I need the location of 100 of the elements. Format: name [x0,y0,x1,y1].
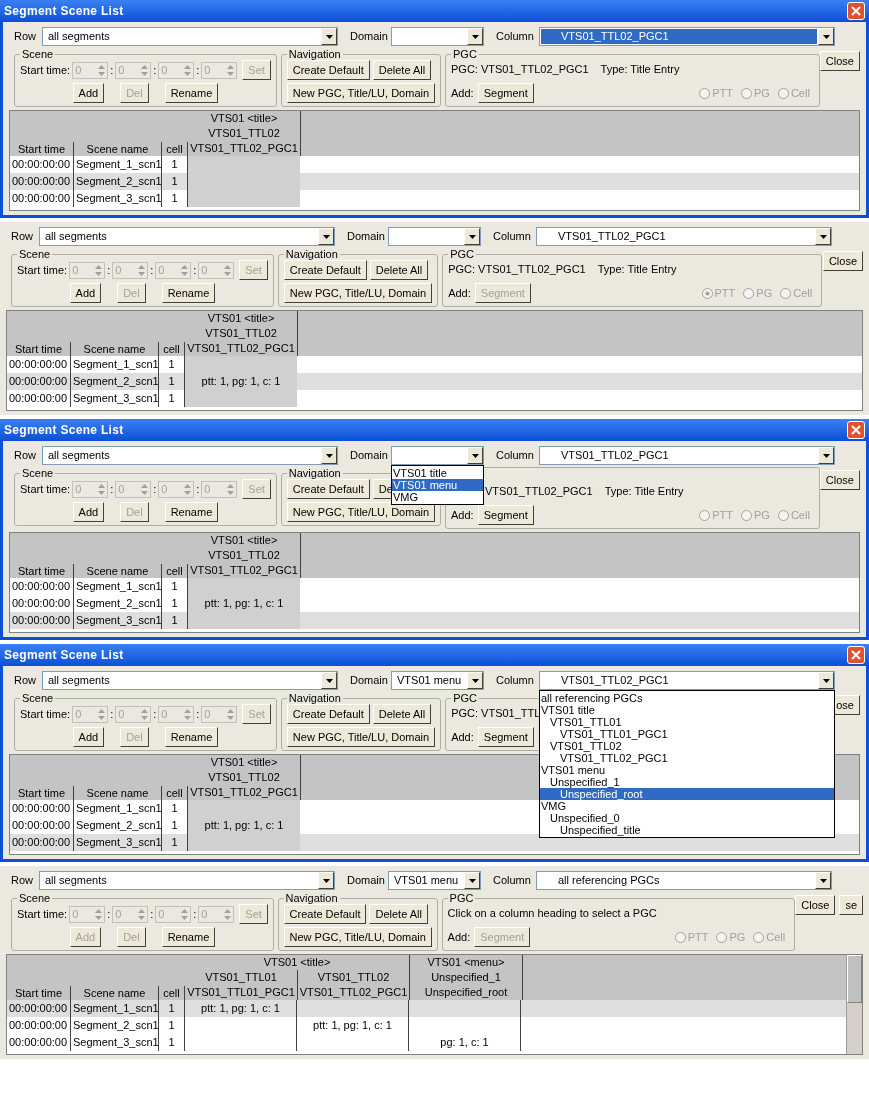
navigation-button[interactable]: Delete All [372,60,432,80]
dropdown-button[interactable] [815,228,831,245]
column-select[interactable]: VTS01_TTL02_PGC1 [539,671,835,690]
dropdown-button[interactable] [815,872,831,889]
navigation-button[interactable]: Create Default [286,60,370,80]
spin-arrows-icon [141,483,149,495]
column-group-header[interactable]: VTS01 <menu> [410,955,522,970]
close-button[interactable] [847,421,865,439]
dropdown-button[interactable] [467,672,483,689]
segment-button[interactable]: Segment [477,505,534,525]
column-header[interactable]: Unspecified_1 Unspecified_root [410,970,522,1000]
close-dialog-button[interactable]: Close [819,470,860,490]
table-row[interactable]: 00:00:00:00 Segment_3_scn1 1 [10,612,859,629]
scene-button[interactable]: Rename [161,927,216,947]
close-dialog-button[interactable]: Close [795,895,836,915]
domain-select[interactable] [391,446,484,465]
segment-button[interactable]: Segment [477,727,534,747]
column-select[interactable]: VTS01_TTL02_PGC1 [539,446,835,465]
row-select[interactable]: all segments [42,671,338,690]
dropdown-button[interactable] [321,672,337,689]
dropdown-button[interactable] [318,872,334,889]
column-group-header[interactable]: VTS01 <title> [185,311,297,326]
table-row[interactable]: 00:00:00:00 Segment_1_scn1 1 ptt: 1, pg: 1, c: 1 [7,1000,846,1017]
column-select[interactable]: VTS01_TTL02_PGC1 [539,27,835,46]
close-dialog-button[interactable]: Close [822,251,863,271]
spin-arrows-icon [227,708,235,720]
table-row[interactable]: 00:00:00:00 Segment_2_scn1 1 ptt: 1, pg: 1, c: 1 [7,373,862,390]
navigation-button[interactable]: Create Default [283,260,367,280]
navigation-button[interactable]: Create Default [283,904,367,924]
dropdown-button[interactable] [818,28,834,45]
navigation-button[interactable]: New PGC, Title/LU, Domain [286,83,436,103]
spin-value: 0 [160,62,169,78]
dropdown-option[interactable]: VTS01_TTL01 [540,716,834,728]
column-group-header[interactable]: VTS01 <title> [188,111,300,126]
navigation-button[interactable]: New PGC, Title/LU, Domain [286,727,436,747]
segment-button[interactable]: Segment [477,83,534,103]
field-label: Column [493,873,532,889]
column-group-header[interactable]: VTS01 <title> [185,955,409,970]
navigation-button[interactable]: Create Default [286,479,370,499]
navigation-button[interactable]: New PGC, Title/LU, Domain [286,502,436,522]
dropdown-option[interactable]: VTS01_TTL01_PGC1 [540,728,834,740]
domain-select[interactable] [388,227,481,246]
column-group-header[interactable]: VTS01 <title> [188,755,300,770]
close-button[interactable] [847,646,865,664]
column-header[interactable]: VTS01_TTL02 VTS01_TTL02_PGC1 [188,548,300,578]
scene-button[interactable]: Rename [164,727,219,747]
dropdown-button[interactable] [318,228,334,245]
table-cell-text: 1 [171,174,178,190]
column-group-header[interactable]: VTS01 <title> [188,533,300,548]
dropdown-option[interactable]: VTS01_TTL02 [540,740,834,752]
scene-button[interactable]: Add [69,283,102,303]
dropdown-button[interactable] [818,447,834,464]
navigation-button[interactable]: Delete All [369,904,428,924]
dropdown-button[interactable] [818,672,834,689]
scene-button[interactable]: Rename [164,83,219,103]
scrollbar[interactable] [846,955,862,1054]
table-row[interactable]: 00:00:00:00 Segment_2_scn1 1 [10,173,859,190]
navigation-button[interactable]: Create Default [286,704,370,724]
close-button[interactable] [847,2,865,20]
table-cell-text: Segment_1_scn1 [76,157,162,173]
scene-button[interactable]: Add [72,502,105,522]
scene-button[interactable]: Add [72,83,105,103]
dropdown-button[interactable] [464,228,480,245]
navigation-button[interactable]: New PGC, Title/LU, Domain [283,927,432,947]
column-select[interactable]: VTS01_TTL02_PGC1 [536,227,832,246]
dropdown-option[interactable]: VTS01 title [392,467,483,479]
separator: : [153,62,157,78]
scene-button[interactable]: Rename [164,502,219,522]
dropdown-arrow-icon [471,678,479,683]
navigation-button[interactable]: Delete All [372,704,432,724]
dropdown-button[interactable] [321,447,337,464]
column-title: VTS01_TTL02 [208,548,280,563]
dropdown-option[interactable]: VTS01_TTL02_PGC1 [540,752,834,764]
navigation-button[interactable]: Delete All [369,260,429,280]
dropdown-option[interactable]: Unspecified_1 [540,776,834,788]
row-select[interactable]: all segments [39,871,335,890]
navigation-button[interactable]: New PGC, Title/LU, Domain [283,283,433,303]
scene-button[interactable]: Add [72,727,105,747]
dropdown-option[interactable]: VMG [540,800,834,812]
domain-select[interactable]: VTS01 menu [388,871,481,890]
domain-select[interactable] [391,27,484,46]
dropdown-button[interactable] [464,872,480,889]
dropdown-option[interactable]: VTS01 menu [392,479,483,491]
dropdown-option[interactable]: VTS01 menu [540,764,834,776]
dropdown-option[interactable]: Unspecified_title [540,824,834,836]
row-select[interactable]: all segments [42,446,338,465]
partial-button[interactable]: se [839,895,863,915]
row-select[interactable]: all segments [39,227,335,246]
column-select[interactable]: all referencing PGCs [536,871,832,890]
row-select[interactable]: all segments [42,27,338,46]
dropdown-button[interactable] [467,28,483,45]
column-header[interactable]: VTS01_TTL02 VTS01_TTL02_PGC1 [188,770,300,800]
column-header[interactable]: VTS01_TTL02 VTS01_TTL02_PGC1 [185,326,297,356]
dropdown-option[interactable]: Unspecified_root [540,788,834,800]
domain-select[interactable]: VTS01 menu [391,671,484,690]
close-dialog-button[interactable]: Close [819,51,860,71]
scene-button[interactable]: Rename [161,283,216,303]
column-header[interactable]: VTS01_TTL02 VTS01_TTL02_PGC1 [188,126,300,156]
dropdown-button[interactable] [467,447,483,464]
dropdown-button[interactable] [321,28,337,45]
